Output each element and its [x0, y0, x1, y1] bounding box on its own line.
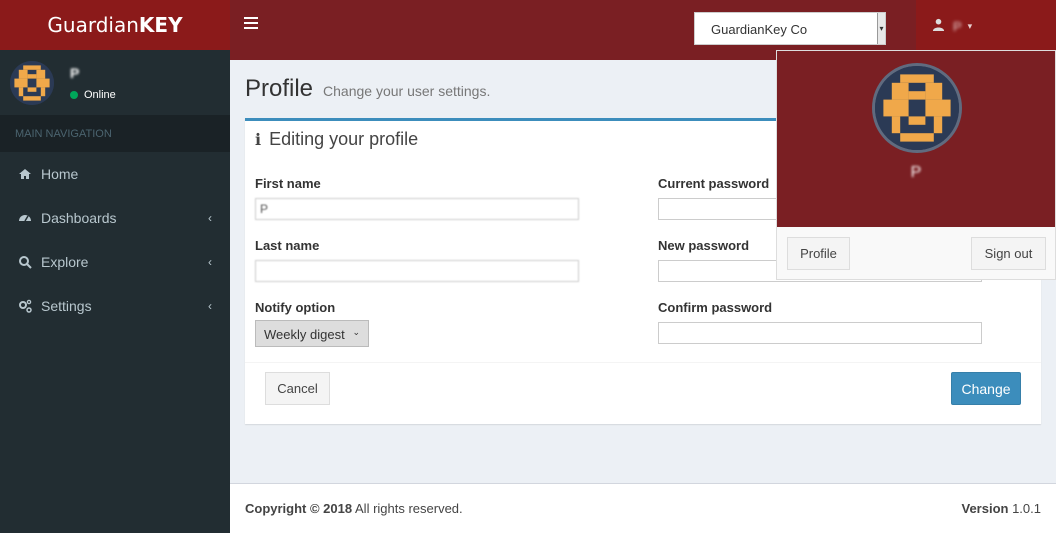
footer: Copyright © 2018 All rights reserved. Ve…: [230, 483, 1056, 533]
organization-select[interactable]: GuardianKey Co ▾: [694, 12, 886, 45]
box-title-text: Editing your profile: [269, 129, 419, 149]
chevron-down-icon: ⌄: [352, 327, 360, 337]
notify-option-select[interactable]: Weekly digest ⌄: [255, 320, 369, 347]
user-panel: P Online: [0, 50, 230, 115]
first-name-field[interactable]: P: [255, 198, 579, 220]
page-title: Profile: [245, 75, 314, 102]
dashboard-icon: [18, 211, 32, 225]
chevron-left-icon: ‹: [208, 255, 212, 269]
current-password-label: Current password: [658, 176, 770, 191]
confirm-password-label: Confirm password: [658, 300, 773, 315]
home-icon: [18, 167, 32, 181]
profile-button[interactable]: Profile: [787, 237, 850, 270]
avatar-pattern-icon: [875, 66, 959, 150]
user-dropdown-header: P: [777, 51, 1055, 227]
first-name-label: First name: [255, 176, 321, 191]
copyright-text: Copyright © 2018: [245, 501, 353, 516]
page-header: Profile Change your user settings.: [245, 75, 490, 103]
sidebar-item-label: Settings: [41, 298, 92, 314]
cancel-button[interactable]: Cancel: [265, 372, 330, 405]
user-dropdown-menu: P Profile Sign out: [776, 50, 1056, 280]
nav-header: MAIN NAVIGATION: [0, 115, 230, 152]
sidebar: Guardian KEY P Online MAIN NAVIGATION Ho…: [0, 0, 230, 533]
last-name-label: Last name: [255, 238, 320, 253]
app-logo[interactable]: Guardian KEY: [0, 0, 230, 50]
search-icon: [18, 255, 32, 269]
notify-option-label: Notify option: [255, 300, 336, 315]
sidebar-user-name: P: [70, 64, 81, 81]
sidebar-item-label: Explore: [41, 254, 89, 270]
online-dot-icon: [70, 90, 78, 99]
confirm-password-field[interactable]: [658, 322, 982, 344]
notify-option-value: Weekly digest: [264, 327, 345, 342]
avatar: [872, 63, 962, 153]
footer-version: Version 1.0.1: [962, 501, 1042, 516]
select-caret-icon: ▾: [877, 13, 885, 44]
organization-select-value: GuardianKey Co: [711, 22, 808, 37]
logo-text-light: Guardian: [47, 13, 139, 37]
info-icon: ℹ: [255, 131, 262, 149]
logo-text-bold: KEY: [138, 13, 183, 37]
sidebar-item-explore[interactable]: Explore ‹: [0, 240, 230, 284]
sidebar-toggle-icon[interactable]: [244, 17, 258, 31]
version-label: Version: [961, 501, 1009, 516]
status-text: Online: [84, 88, 116, 101]
sidebar-item-home[interactable]: Home: [0, 152, 230, 196]
sidebar-item-label: Home: [41, 166, 79, 182]
sidebar-item-dashboards[interactable]: Dashboards ‹: [0, 196, 230, 240]
gear-icon: [18, 299, 32, 313]
avatar-pattern-icon: [10, 60, 54, 105]
page-subtitle: Change your user settings.: [323, 83, 491, 99]
box-divider: [245, 362, 1041, 363]
box-title: ℹ Editing your profile: [255, 129, 418, 150]
footer-copyright: Copyright © 2018 All rights reserved.: [245, 501, 463, 516]
new-password-label: New password: [658, 238, 750, 253]
user-menu-toggle[interactable]: P ▾: [916, 0, 1056, 52]
sidebar-item-settings[interactable]: Settings ‹: [0, 284, 230, 328]
user-icon: [932, 18, 945, 34]
avatar: [10, 60, 54, 105]
chevron-left-icon: ‹: [208, 299, 212, 313]
sign-out-button[interactable]: Sign out: [971, 237, 1046, 270]
change-button[interactable]: Change: [951, 372, 1021, 405]
topbar-user-name: P: [953, 18, 962, 34]
chevron-left-icon: ‹: [208, 211, 212, 225]
dropdown-user-name: P: [910, 164, 922, 181]
caret-down-icon: ▾: [967, 20, 973, 31]
user-status: Online: [70, 89, 116, 101]
rights-text: All rights reserved.: [352, 501, 463, 516]
version-value: 1.0.1: [1008, 501, 1041, 516]
sidebar-item-label: Dashboards: [41, 210, 117, 226]
last-name-field[interactable]: [255, 260, 579, 282]
